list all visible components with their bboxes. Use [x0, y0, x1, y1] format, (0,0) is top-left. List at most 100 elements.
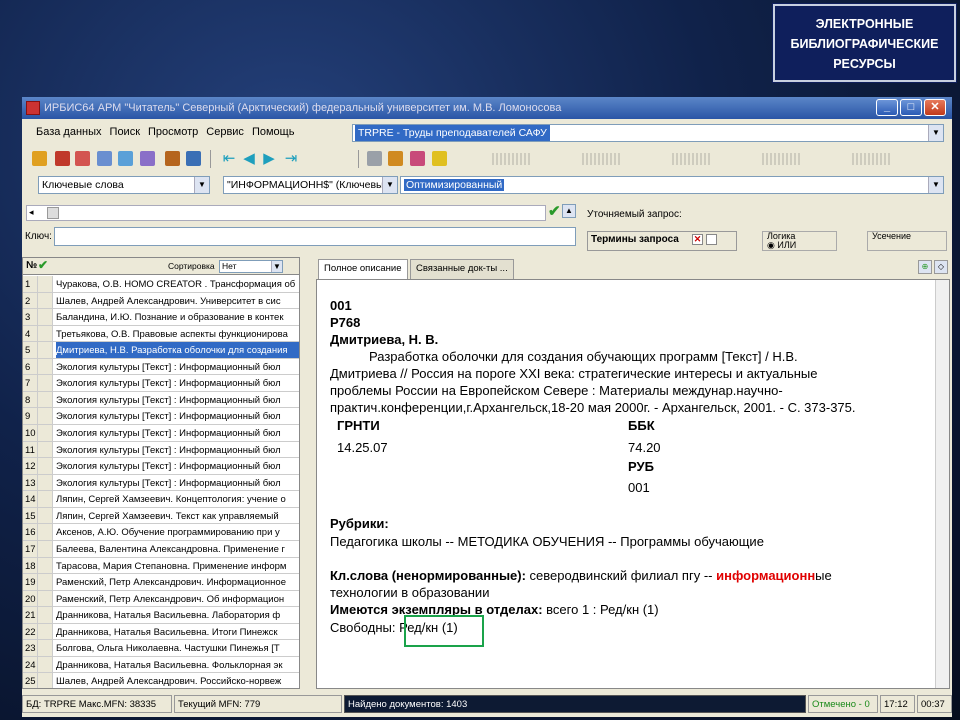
list-item[interactable]: 17 Балеева, Валентина Александровна. Прим… — [23, 540, 299, 558]
row-checkbox[interactable] — [38, 656, 53, 673]
chevron-down-icon[interactable]: ▼ — [382, 177, 397, 193]
print-list-icon[interactable] — [186, 151, 201, 166]
row-checkbox[interactable] — [38, 623, 53, 640]
search-mode-select[interactable]: Оптимизированный ▼ — [400, 176, 944, 194]
list-item[interactable]: 15 Ляпин, Сергей Хамзеевич. Текст как упр… — [23, 507, 299, 525]
edit-icon[interactable] — [118, 151, 133, 166]
row-checkbox[interactable] — [38, 673, 53, 688]
description-scrollbar[interactable] — [935, 280, 949, 688]
search-field-select[interactable]: Ключевые слова ▼ — [38, 176, 210, 194]
row-checkbox[interactable] — [38, 590, 53, 607]
logic-or-radio[interactable]: ◉ ИЛИ — [767, 240, 796, 250]
scroll-left-icon[interactable]: ◂ — [29, 207, 34, 218]
row-checkbox[interactable] — [38, 574, 53, 590]
key-input[interactable] — [54, 227, 576, 246]
list-item[interactable]: 8 Экология культуры [Текст] : Информацион… — [23, 391, 299, 409]
term-option-icon[interactable] — [706, 234, 717, 245]
menu-database[interactable]: База данных — [36, 121, 102, 143]
mail-icon[interactable] — [75, 151, 90, 166]
menu-service[interactable]: Сервис — [206, 121, 244, 143]
search-term-select[interactable]: "ИНФОРМАЦИОНН$" (Ключевы ▼ — [223, 176, 398, 194]
list-item[interactable]: 12 Экология культуры [Текст] : Информацио… — [23, 458, 299, 475]
menu-help[interactable]: Помощь — [252, 121, 295, 143]
list-item[interactable]: 10 Экология культуры [Текст] : Информацио… — [23, 425, 299, 442]
format-icon[interactable] — [432, 151, 447, 166]
row-checkbox[interactable] — [38, 607, 53, 623]
export-icon[interactable] — [165, 151, 180, 166]
list-item[interactable]: 14 Ляпин, Сергей Хамзеевич. Концептология… — [23, 491, 299, 508]
list-item[interactable]: 16 Аксенов, А.Ю. Обучение программировани… — [23, 524, 299, 541]
list-item[interactable]: 21 Дранникова, Наталья Васильевна. Лабора… — [23, 607, 299, 624]
prev-record-icon[interactable]: ◀ — [242, 151, 256, 166]
list-item[interactable]: 23 Болгова, Ольга Николаевна. Частушки Пи… — [23, 640, 299, 657]
save-icon[interactable] — [388, 151, 403, 166]
tab-related-documents[interactable]: Связанные док-ты ... — [410, 259, 514, 279]
sort-select[interactable]: Нет ▼ — [219, 260, 283, 273]
menu-view[interactable]: Просмотр — [148, 121, 198, 143]
row-checkbox[interactable] — [38, 391, 53, 408]
row-checkbox[interactable] — [38, 408, 53, 425]
list-item[interactable]: 19 Раменский, Петр Александрович. Информа… — [23, 574, 299, 591]
row-checkbox[interactable] — [38, 474, 53, 491]
settings-icon[interactable] — [32, 151, 47, 166]
list-item[interactable]: 22 Дранникова, Наталья Васильевна. Итоги … — [23, 623, 299, 641]
first-record-icon[interactable]: ⇤ — [222, 151, 236, 166]
apply-check-icon[interactable]: ✔ — [548, 202, 561, 220]
chevron-down-icon[interactable]: ▼ — [928, 125, 943, 141]
scroll-thumb[interactable] — [47, 207, 59, 219]
list-item[interactable]: 13 Экология культуры [Текст] : Информацио… — [23, 474, 299, 492]
order-icon[interactable] — [410, 151, 425, 166]
list-item[interactable]: 2 Шалев, Андрей Александрович. Университе… — [23, 292, 299, 310]
row-checkbox[interactable] — [38, 292, 53, 309]
maximize-button[interactable]: □ — [900, 99, 922, 116]
list-item[interactable]: 1 Чуракова, О.В. HOMO CREATOR . Трансформ… — [23, 276, 299, 293]
minimize-button[interactable]: _ — [876, 99, 898, 116]
next-record-icon[interactable]: ▶ — [262, 151, 276, 166]
list-item[interactable]: 11 Экология культуры [Текст] : Информацио… — [23, 441, 299, 459]
list-item[interactable]: 7 Экология культуры [Текст] : Информацион… — [23, 375, 299, 392]
tab-full-description[interactable]: Полное описание — [318, 259, 408, 280]
row-checkbox[interactable] — [38, 441, 53, 458]
row-checkbox[interactable] — [38, 524, 53, 540]
chevron-down-icon[interactable]: ▼ — [928, 177, 943, 193]
list-item[interactable]: 5 Дмитриева, Н.В. Разработка оболочки для… — [23, 342, 299, 359]
list-item[interactable]: 24 Дранникова, Наталья Васильевна. Фолькл… — [23, 656, 299, 674]
row-checkbox[interactable] — [38, 540, 53, 557]
close-button[interactable]: ✕ — [924, 99, 946, 116]
list-item[interactable]: 18 Тарасова, Мария Степановна. Применение… — [23, 557, 299, 575]
row-checkbox[interactable] — [38, 276, 53, 292]
row-checkbox[interactable] — [38, 342, 53, 358]
open-book-icon[interactable] — [55, 151, 70, 166]
print-icon[interactable] — [367, 151, 382, 166]
list-item[interactable]: 6 Экология культуры [Текст] : Информацион… — [23, 358, 299, 376]
row-checkbox[interactable] — [38, 640, 53, 656]
query-terms-box[interactable]: Термины запроса ✕ — [587, 231, 737, 251]
row-checkbox[interactable] — [38, 458, 53, 474]
last-record-icon[interactable]: ⇥ — [284, 151, 298, 166]
list-item[interactable]: 25 Шалев, Андрей Александрович. Российско… — [23, 673, 299, 688]
options-icon[interactable]: ◇ — [934, 260, 948, 274]
row-checkbox[interactable] — [38, 425, 53, 441]
document-icon[interactable] — [97, 151, 112, 166]
row-checkbox[interactable] — [38, 358, 53, 375]
list-item[interactable]: 3 Баландина, И.Ю. Познание и образование … — [23, 309, 299, 326]
row-checkbox[interactable] — [38, 557, 53, 574]
row-checkbox[interactable] — [38, 309, 53, 325]
chevron-down-icon[interactable]: ▼ — [271, 261, 282, 272]
collapse-up-icon[interactable]: ▲ — [562, 204, 576, 218]
row-checkbox[interactable] — [38, 375, 53, 391]
row-checkbox[interactable] — [38, 491, 53, 507]
row-checkbox[interactable] — [38, 507, 53, 524]
remove-term-icon[interactable]: ✕ — [692, 234, 703, 245]
row-checkbox[interactable] — [38, 325, 53, 342]
check-icon[interactable]: ✔ — [38, 258, 48, 273]
list-item[interactable]: 9 Экология культуры [Текст] : Информацион… — [23, 408, 299, 426]
list-icon[interactable] — [140, 151, 155, 166]
database-select[interactable]: TRPRE - Труды преподавателей САФУ ▼ — [352, 124, 944, 142]
cart-icon[interactable]: ⊕ — [918, 260, 932, 274]
chevron-down-icon[interactable]: ▼ — [194, 177, 209, 193]
menu-search[interactable]: Поиск — [110, 121, 140, 143]
query-scrollbar[interactable]: ◂ — [26, 205, 546, 221]
list-item[interactable]: 20 Раменский, Петр Александрович. Об инфо… — [23, 590, 299, 608]
list-item[interactable]: 4 Третьякова, О.В. Правовые аспекты функц… — [23, 325, 299, 343]
